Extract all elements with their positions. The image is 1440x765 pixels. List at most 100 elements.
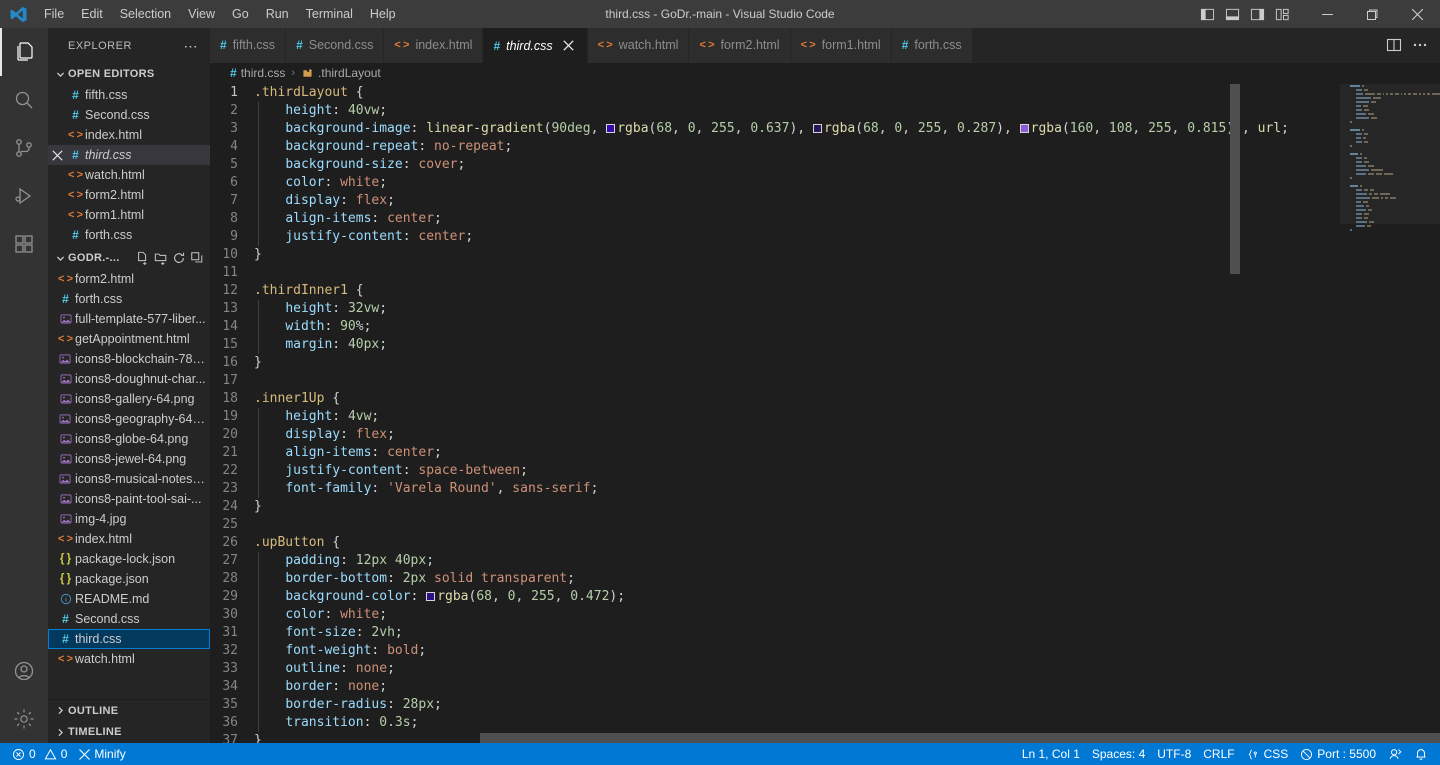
section-timeline[interactable]: TIMELINE bbox=[48, 721, 210, 743]
code-line[interactable]: 10} bbox=[210, 246, 1340, 264]
menu-selection[interactable]: Selection bbox=[112, 3, 179, 25]
code-line-text[interactable]: align-items: center; bbox=[254, 444, 1340, 462]
code-line[interactable]: 13 height: 32vw; bbox=[210, 300, 1340, 318]
code-line-text[interactable]: color: white; bbox=[254, 606, 1340, 624]
section-folder[interactable]: GODR.-... bbox=[48, 247, 210, 269]
menu-bar[interactable]: File Edit Selection View Go Run Terminal Help bbox=[36, 0, 405, 28]
file-tree-item[interactable]: icons8-gallery-64.png bbox=[48, 389, 210, 409]
code-line[interactable]: 21 align-items: center; bbox=[210, 444, 1340, 462]
close-button[interactable] bbox=[1395, 0, 1440, 28]
code-line-text[interactable]: .inner1Up { bbox=[254, 390, 1340, 408]
file-tree-item[interactable]: icons8-musical-notes-... bbox=[48, 469, 210, 489]
editor-tab[interactable]: < > form2.html bbox=[689, 28, 791, 63]
file-tree-item[interactable]: icons8-blockchain-78.... bbox=[48, 349, 210, 369]
h-scrollbar-thumb[interactable] bbox=[480, 732, 1440, 743]
open-editor-item[interactable]: # fifth.css bbox=[48, 85, 210, 105]
activity-source-control-icon[interactable] bbox=[0, 124, 48, 172]
code-line[interactable]: 16} bbox=[210, 354, 1340, 372]
collapse-all-icon[interactable] bbox=[190, 251, 204, 265]
code-line-text[interactable]: padding: 12px 40px; bbox=[254, 552, 1340, 570]
editor-tab[interactable]: < > index.html bbox=[384, 28, 484, 63]
code-line[interactable]: 4 background-repeat: no-repeat; bbox=[210, 138, 1340, 156]
file-tree-item[interactable]: < > watch.html bbox=[48, 649, 210, 669]
code-line-text[interactable]: width: 90%; bbox=[254, 318, 1340, 336]
status-eol[interactable]: CRLF bbox=[1197, 743, 1240, 765]
code-line-text[interactable]: display: flex; bbox=[254, 426, 1340, 444]
file-tree-item[interactable]: icons8-doughnut-char... bbox=[48, 369, 210, 389]
code-line[interactable]: 18 .inner1Up { bbox=[210, 390, 1340, 408]
code-line[interactable]: 22 justify-content: space-between; bbox=[210, 462, 1340, 480]
code-line-text[interactable]: height: 40vw; bbox=[254, 102, 1340, 120]
code-line[interactable]: 6 color: white; bbox=[210, 174, 1340, 192]
status-indentation[interactable]: Spaces: 4 bbox=[1086, 743, 1151, 765]
code-line-text[interactable]: } bbox=[254, 246, 1340, 264]
code-line[interactable]: 20 display: flex; bbox=[210, 426, 1340, 444]
code-line[interactable]: 30 color: white; bbox=[210, 606, 1340, 624]
open-editor-item[interactable]: # forth.css bbox=[48, 225, 210, 245]
code-line[interactable]: 36 transition: 0.3s; bbox=[210, 714, 1340, 732]
code-line-text[interactable]: font-family: 'Varela Round', sans-serif; bbox=[254, 480, 1340, 498]
code-line-text[interactable]: } bbox=[254, 354, 1340, 372]
status-problems[interactable]: 0 0 bbox=[6, 743, 73, 765]
code-line-text[interactable]: .thirdLayout { bbox=[254, 84, 1340, 102]
sidebar-more-actions-icon[interactable]: ⋯ bbox=[180, 39, 203, 53]
code-line-text[interactable]: .thirdInner1 { bbox=[254, 282, 1340, 300]
code-line-text[interactable]: outline: none; bbox=[254, 660, 1340, 678]
maximize-button[interactable] bbox=[1350, 0, 1395, 28]
open-editor-item[interactable]: # Second.css bbox=[48, 105, 210, 125]
editor-tab[interactable]: # fifth.css bbox=[210, 28, 287, 63]
file-tree-item[interactable]: # Second.css bbox=[48, 609, 210, 629]
code-line[interactable]: 26 .upButton { bbox=[210, 534, 1340, 552]
status-notifications[interactable] bbox=[1408, 743, 1434, 765]
file-tree-item[interactable]: img-4.jpg bbox=[48, 509, 210, 529]
menu-file[interactable]: File bbox=[36, 3, 72, 25]
code-line[interactable]: 35 border-radius: 28px; bbox=[210, 696, 1340, 714]
file-tree-item[interactable]: # forth.css bbox=[48, 289, 210, 309]
customize-layout-icon[interactable] bbox=[1271, 3, 1293, 25]
code-line[interactable]: 2 height: 40vw; bbox=[210, 102, 1340, 120]
editor-tab[interactable]: # third.css bbox=[483, 28, 588, 63]
status-minify[interactable]: Minify bbox=[73, 743, 131, 765]
status-live-server-port[interactable]: Port : 5500 bbox=[1294, 743, 1382, 765]
section-open-editors[interactable]: OPEN EDITORS bbox=[48, 63, 210, 85]
code-line-text[interactable]: background-size: cover; bbox=[254, 156, 1340, 174]
file-tree-item[interactable]: < > form2.html bbox=[48, 269, 210, 289]
editor-minimap[interactable] bbox=[1340, 84, 1440, 743]
status-feedback[interactable] bbox=[1382, 743, 1408, 765]
code-line[interactable]: 5 background-size: cover; bbox=[210, 156, 1340, 174]
code-line[interactable]: 19 height: 4vw; bbox=[210, 408, 1340, 426]
color-swatch[interactable] bbox=[1019, 124, 1029, 134]
code-line[interactable]: 27 padding: 12px 40px; bbox=[210, 552, 1340, 570]
code-line-text[interactable]: transition: 0.3s; bbox=[254, 714, 1340, 732]
menu-go[interactable]: Go bbox=[224, 3, 257, 25]
file-tree-item[interactable]: icons8-globe-64.png bbox=[48, 429, 210, 449]
file-tree-item[interactable]: { } package-lock.json bbox=[48, 549, 210, 569]
editor-tab[interactable]: # Second.css bbox=[286, 28, 385, 63]
activity-extensions-icon[interactable] bbox=[0, 220, 48, 268]
code-line-text[interactable]: align-items: center; bbox=[254, 210, 1340, 228]
code-line[interactable]: 32 font-weight: bold; bbox=[210, 642, 1340, 660]
open-editor-item[interactable]: < > index.html bbox=[48, 125, 210, 145]
code-line[interactable]: 14 width: 90%; bbox=[210, 318, 1340, 336]
split-editor-icon[interactable] bbox=[1382, 33, 1406, 57]
file-tree-item[interactable]: < > getAppointment.html bbox=[48, 329, 210, 349]
section-outline[interactable]: OUTLINE bbox=[48, 699, 210, 721]
breadcrumb-file[interactable]: # third.css bbox=[230, 66, 285, 80]
menu-view[interactable]: View bbox=[180, 3, 223, 25]
code-line[interactable]: 34 border: none; bbox=[210, 678, 1340, 696]
file-tree-item[interactable]: icons8-jewel-64.png bbox=[48, 449, 210, 469]
code-line[interactable]: 8 align-items: center; bbox=[210, 210, 1340, 228]
code-line-text[interactable]: border-bottom: 2px solid transparent; bbox=[254, 570, 1340, 588]
toggle-panel-icon[interactable] bbox=[1221, 3, 1243, 25]
color-swatch[interactable] bbox=[606, 124, 616, 134]
code-line[interactable]: 7 display: flex; bbox=[210, 192, 1340, 210]
breadcrumb[interactable]: # third.css › .thirdLayout bbox=[210, 62, 1440, 85]
file-tree-item[interactable]: full-template-577-liber... bbox=[48, 309, 210, 329]
code-line-text[interactable]: justify-content: center; bbox=[254, 228, 1340, 246]
editor-tab[interactable]: < > form1.html bbox=[790, 28, 892, 63]
code-line[interactable]: 29 background-color: rgba(68, 0, 255, 0.… bbox=[210, 588, 1340, 606]
open-editor-item[interactable]: < > form1.html bbox=[48, 205, 210, 225]
code-line-text[interactable]: background-repeat: no-repeat; bbox=[254, 138, 1340, 156]
open-editor-item[interactable]: < > watch.html bbox=[48, 165, 210, 185]
scrollbar-thumb[interactable] bbox=[1230, 84, 1240, 275]
